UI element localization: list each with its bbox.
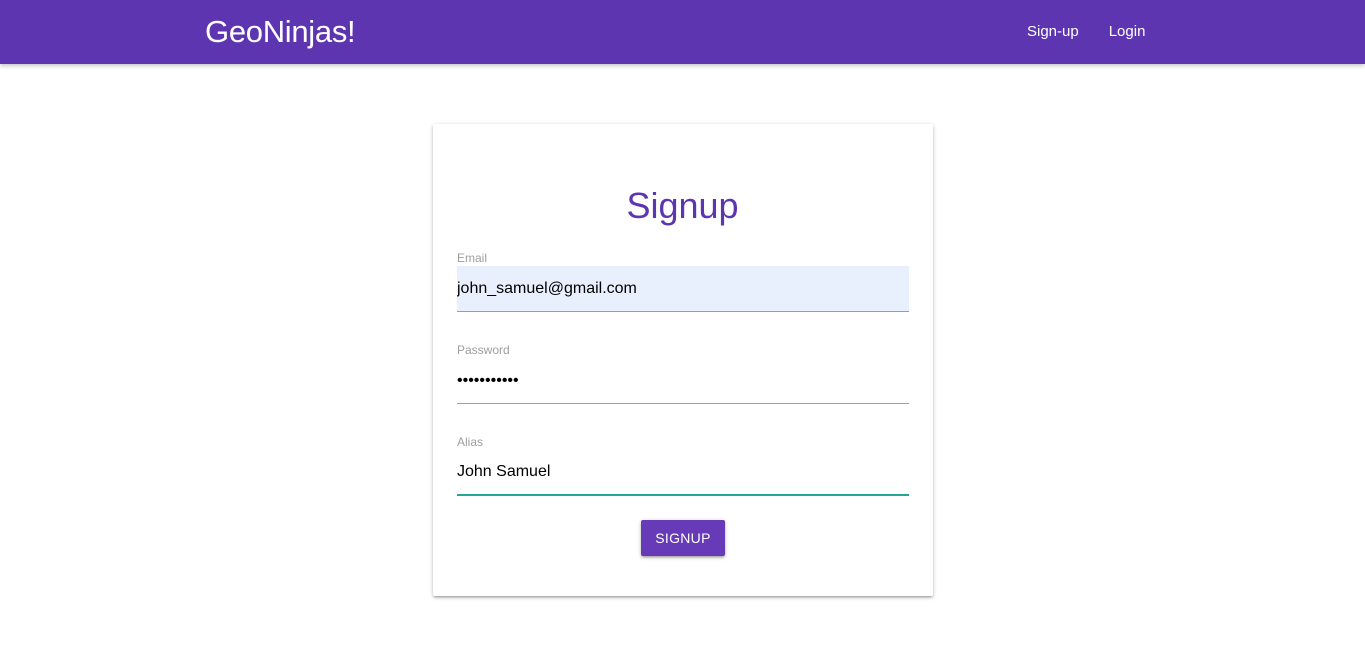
- password-field[interactable]: [457, 358, 909, 404]
- brand-logo[interactable]: GeoNinjas!: [205, 0, 356, 64]
- email-field[interactable]: [457, 266, 909, 312]
- alias-label: Alias: [457, 435, 484, 449]
- alias-field[interactable]: [457, 450, 909, 496]
- login-link[interactable]: Login: [1094, 0, 1161, 64]
- top-navbar: GeoNinjas! Sign-up Login: [0, 0, 1365, 64]
- signup-button[interactable]: Signup: [641, 520, 725, 556]
- nav-item-signup: Sign-up: [1012, 0, 1094, 64]
- signup-title: Signup: [626, 185, 739, 226]
- email-label: Email: [457, 251, 488, 265]
- password-label: Password: [457, 343, 510, 357]
- signup-link[interactable]: Sign-up: [1012, 0, 1094, 64]
- nav-links: Sign-up Login: [1012, 0, 1160, 64]
- nav-item-login: Login: [1094, 0, 1161, 64]
